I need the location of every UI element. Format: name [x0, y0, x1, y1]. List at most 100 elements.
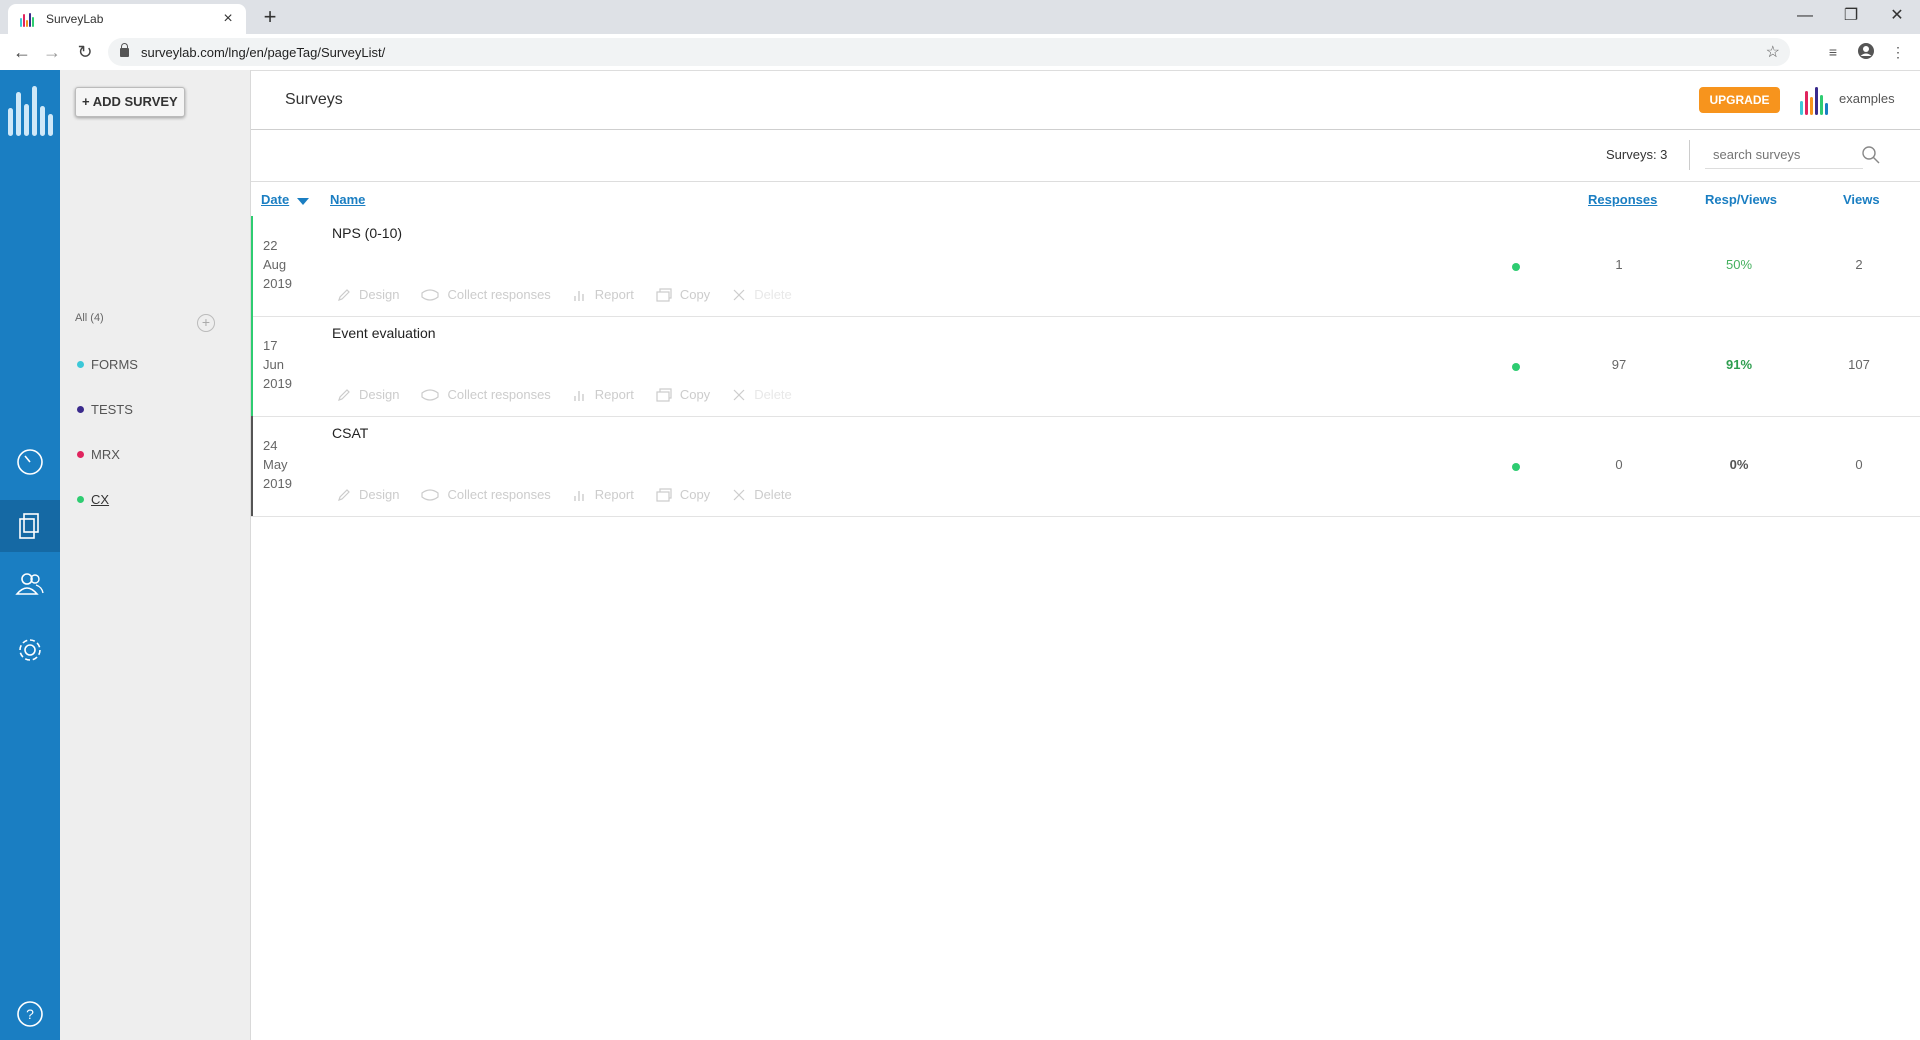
surveylab-favicon-icon — [20, 11, 36, 27]
row-actions: Design Collect responses Report Copy Del… — [337, 387, 814, 402]
media-control-icon[interactable]: ≡ — [1823, 42, 1843, 62]
reload-icon[interactable]: ↻ — [74, 41, 96, 63]
table-row[interactable]: 17 Jun 2019 Event evaluation Design Coll… — [251, 316, 1920, 417]
profile-icon[interactable] — [1856, 42, 1876, 62]
report-action[interactable]: Report — [573, 487, 634, 502]
page-title: Surveys — [285, 91, 343, 108]
bar-chart-icon — [574, 290, 584, 301]
design-action[interactable]: Design — [337, 387, 399, 402]
surveylab-logo[interactable] — [8, 80, 54, 136]
copy-action[interactable]: Copy — [656, 287, 710, 302]
responses-value: 97 — [1611, 357, 1627, 372]
bookmark-star-icon[interactable]: ☆ — [1766, 42, 1780, 62]
users-icon[interactable] — [10, 564, 50, 604]
tags-panel: + ADD SURVEY All (4) + FORMS TESTS MRX C… — [60, 70, 251, 1040]
account-name[interactable]: examples — [1839, 91, 1895, 106]
url-text[interactable]: surveylab.com/lng/en/pageTag/SurveyList/ — [141, 45, 1766, 60]
design-action[interactable]: Design — [337, 487, 399, 502]
col-date[interactable]: Date — [261, 192, 289, 207]
main-content: Surveys UPGRADE examples Surveys: 3 Date… — [251, 70, 1920, 1040]
report-action[interactable]: Report — [573, 287, 634, 302]
row-actions: Design Collect responses Report Copy Del… — [337, 287, 814, 302]
responses-value: 1 — [1615, 257, 1623, 272]
help-icon[interactable]: ? — [10, 994, 50, 1034]
row-actions: Design Collect responses Report Copy Del… — [337, 487, 814, 502]
delete-action[interactable]: Delete — [732, 287, 792, 302]
add-survey-button[interactable]: + ADD SURVEY — [75, 87, 185, 117]
table-row[interactable]: 24 May 2019 CSAT Design Collect response… — [251, 416, 1920, 517]
tag-color-dot — [77, 451, 84, 458]
survey-name[interactable]: CSAT — [332, 425, 368, 441]
date-year: 2019 — [263, 476, 292, 491]
action-label: Collect responses — [447, 487, 551, 502]
address-bar[interactable]: surveylab.com/lng/en/pageTag/SurveyList/… — [108, 38, 1790, 66]
tag-label: MRX — [91, 447, 120, 462]
action-label: Delete — [754, 487, 792, 502]
account-logo-icon[interactable] — [1800, 87, 1828, 115]
minimize-icon[interactable]: — — [1782, 2, 1828, 30]
tag-forms[interactable]: FORMS — [77, 357, 138, 372]
collect-responses-action[interactable]: Collect responses — [421, 487, 551, 502]
sort-desc-icon[interactable] — [297, 198, 309, 205]
tag-all[interactable]: All (4) — [75, 312, 104, 324]
forward-icon[interactable]: → — [41, 41, 63, 63]
tab-close-icon[interactable]: × — [218, 9, 238, 29]
add-tag-icon[interactable]: + — [197, 314, 215, 332]
date-day: 24 — [263, 438, 278, 453]
tag-color-dot — [77, 496, 84, 503]
browser-tab[interactable]: SurveyLab × — [8, 4, 246, 34]
surveys-document-icon[interactable] — [0, 500, 60, 552]
collect-responses-action[interactable]: Collect responses — [421, 287, 551, 302]
tag-label: TESTS — [91, 402, 133, 417]
resp-views-value: 50% — [1725, 257, 1753, 272]
app: ? + ADD SURVEY All (4) + FORMS TESTS MRX… — [0, 70, 1920, 1040]
col-responses[interactable]: Responses — [1588, 192, 1657, 207]
browser-menu-icon[interactable]: ⋮ — [1888, 42, 1908, 62]
search-input[interactable] — [1705, 140, 1863, 169]
activity-clock-icon[interactable] — [10, 442, 50, 482]
date-month: Jun — [263, 357, 284, 372]
collect-icon — [421, 388, 440, 401]
action-label: Delete — [754, 387, 792, 402]
views-value: 2 — [1855, 257, 1863, 272]
copy-action[interactable]: Copy — [656, 387, 710, 402]
row-accent — [251, 216, 253, 316]
collect-icon — [421, 288, 440, 301]
delete-x-icon — [733, 289, 745, 300]
tag-mrx[interactable]: MRX — [77, 447, 120, 462]
list-toolbar: Surveys: 3 — [251, 130, 1920, 182]
action-label: Design — [359, 387, 400, 402]
col-name[interactable]: Name — [330, 192, 365, 207]
restore-icon[interactable]: ❐ — [1828, 2, 1874, 30]
action-label: Collect responses — [447, 287, 551, 302]
date-day: 22 — [263, 238, 278, 253]
delete-action[interactable]: Delete — [732, 387, 792, 402]
window-close-icon[interactable]: ✕ — [1874, 2, 1920, 30]
survey-name[interactable]: Event evaluation — [332, 325, 436, 341]
views-value: 107 — [1848, 357, 1870, 372]
survey-count: Surveys: 3 — [1606, 147, 1668, 162]
collect-icon — [421, 488, 440, 501]
table-row[interactable]: 22 Aug 2019 NPS (0-10) Design Collect re… — [251, 216, 1920, 317]
design-action[interactable]: Design — [337, 287, 399, 302]
search-icon[interactable] — [1861, 145, 1881, 165]
back-icon[interactable]: ← — [11, 41, 33, 63]
tag-tests[interactable]: TESTS — [77, 402, 133, 417]
browser-toolbar: ← → ↻ surveylab.com/lng/en/pageTag/Surve… — [0, 34, 1920, 71]
copy-action[interactable]: Copy — [656, 487, 710, 502]
resp-views-value: 91% — [1725, 357, 1753, 372]
date-month: Aug — [263, 257, 287, 272]
views-value: 0 — [1855, 457, 1863, 472]
delete-action[interactable]: Delete — [732, 487, 792, 502]
new-tab-button[interactable]: + — [258, 6, 282, 30]
collect-responses-action[interactable]: Collect responses — [421, 387, 551, 402]
upgrade-button[interactable]: UPGRADE — [1699, 87, 1780, 113]
pencil-icon — [338, 488, 350, 501]
survey-name[interactable]: NPS (0-10) — [332, 225, 402, 241]
nav-rail: ? — [0, 70, 60, 1040]
report-action[interactable]: Report — [573, 387, 634, 402]
browser-tab-strip: SurveyLab × + — ❐ ✕ — [0, 0, 1920, 34]
tag-cx[interactable]: CX — [77, 492, 109, 507]
date-year: 2019 — [263, 376, 292, 391]
settings-gear-icon[interactable] — [10, 630, 50, 670]
